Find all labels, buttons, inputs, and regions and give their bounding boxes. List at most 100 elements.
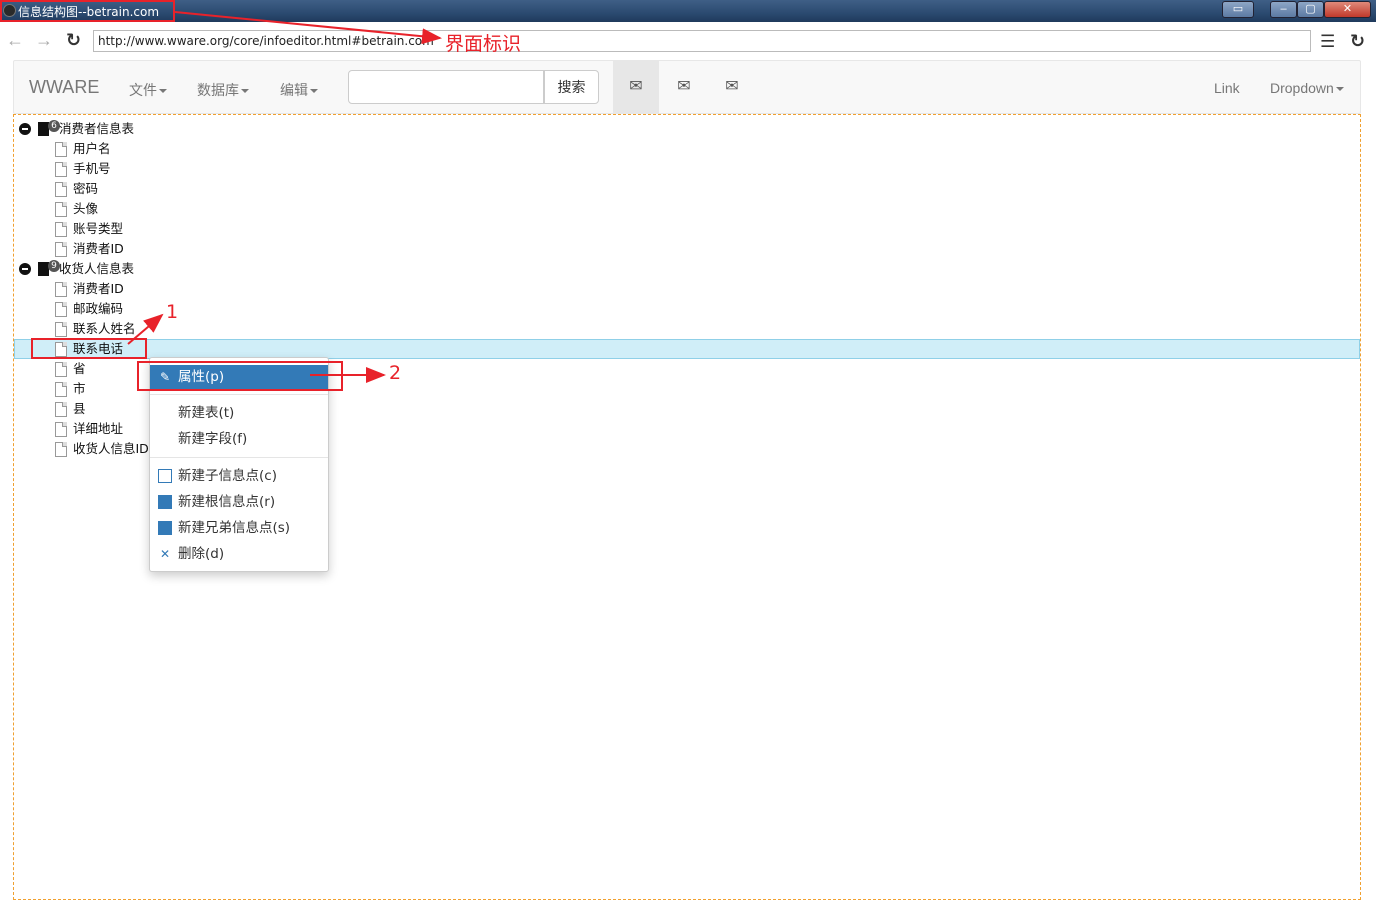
copy-solid-icon (158, 495, 172, 509)
tree-item-label: 账号类型 (73, 221, 124, 236)
envelope-button-2[interactable]: ✉ (661, 61, 707, 113)
window-title-bar: 信息结构图--betrain.com ▭ – ▢ ✕ (0, 0, 1376, 22)
minimize-button[interactable]: – (1270, 1, 1297, 18)
file-icon (55, 302, 67, 317)
selected-row-highlight (14, 339, 1360, 359)
caret-down-icon (310, 89, 318, 94)
file-icon (55, 402, 67, 417)
tray-button[interactable]: ▭ (1222, 1, 1254, 18)
tree-item-label: 头像 (73, 201, 99, 216)
brand-logo[interactable]: WWARE (29, 77, 99, 98)
menu-item-label: 新建字段(f) (178, 431, 248, 447)
menu-divider (150, 457, 328, 458)
tree-group-consumer[interactable]: 6 消费者信息表 (14, 119, 214, 139)
tree-item[interactable]: 手机号 (14, 159, 214, 179)
annotation-box-selected (31, 338, 147, 359)
tree-item-label: 市 (73, 381, 86, 396)
tree-item[interactable]: 用户名 (14, 139, 214, 159)
menu-item-delete[interactable]: ✕ 删除(d) (150, 542, 328, 566)
menu-item-label: 新建表(t) (178, 405, 235, 421)
tree-item-label: 县 (73, 401, 86, 416)
forward-arrow-icon[interactable]: → (35, 31, 53, 49)
file-icon (55, 242, 67, 257)
menu-item-label: 新建根信息点(r) (178, 494, 276, 510)
tree-item-label: 省 (73, 361, 86, 376)
search-button[interactable]: 搜索 (544, 70, 599, 104)
file-icon (55, 182, 67, 197)
tree-item-label: 用户名 (73, 141, 111, 156)
tree-group-receiver[interactable]: 9 收货人信息表 (14, 259, 214, 279)
tree-item[interactable]: 联系人姓名 (14, 319, 214, 339)
url-input[interactable]: http://www.wware.org/core/infoeditor.htm… (93, 30, 1311, 52)
tree-item[interactable]: 省 (14, 359, 144, 379)
collapse-toggle-icon[interactable] (19, 123, 31, 135)
tree-item-label: 联系人姓名 (73, 321, 136, 336)
tree-item[interactable]: 账号类型 (14, 219, 214, 239)
tree-item[interactable]: 邮政编码 (14, 299, 214, 319)
tree-item[interactable]: 县 (14, 399, 144, 419)
tree-item[interactable]: 市 (14, 379, 144, 399)
menu-item-new-table[interactable]: 新建表(t) (150, 401, 328, 425)
menu-item-new-root[interactable]: 新建根信息点(r) (150, 490, 328, 514)
collapse-toggle-icon[interactable] (19, 263, 31, 275)
envelope-icon: ✉ (677, 78, 691, 95)
search-input[interactable] (348, 70, 544, 104)
hamburger-menu-icon[interactable]: ☰ (1320, 32, 1335, 52)
menu-item-label: 新建兄弟信息点(s) (178, 520, 291, 536)
nav-link[interactable]: Link (1214, 80, 1240, 96)
reload-icon[interactable]: ↻ (66, 31, 81, 49)
file-icon (55, 222, 67, 237)
tree-item-label: 邮政编码 (73, 301, 124, 316)
menu-edit[interactable]: 编辑 (280, 80, 318, 100)
menu-database[interactable]: 数据库 (197, 80, 249, 100)
caret-down-icon (159, 89, 167, 94)
app-navbar: WWARE 文件 数据库 编辑 搜索 ✉ ✉ ✉ Link Dropdown (13, 60, 1361, 114)
annotation-box-menu (137, 361, 343, 391)
tree-item[interactable]: 密码 (14, 179, 214, 199)
annotation-step-1: 1 (166, 301, 179, 323)
tree-item-label: 手机号 (73, 161, 111, 176)
menu-item-new-field[interactable]: 新建字段(f) (150, 427, 328, 451)
menu-item-label: 新建子信息点(c) (178, 468, 277, 484)
menu-edit-label: 编辑 (280, 82, 308, 98)
file-icon (55, 382, 67, 397)
tree-item-label: 收货人信息ID (73, 441, 149, 456)
menu-divider (150, 394, 328, 395)
copy-solid-icon (158, 521, 172, 535)
reload-icon-right[interactable]: ↻ (1350, 31, 1365, 52)
file-icon (55, 442, 67, 457)
maximize-button[interactable]: ▢ (1297, 1, 1324, 18)
file-icon (55, 422, 67, 437)
annotation-title-label: 界面标识 (445, 33, 522, 55)
tree-item-label: 消费者ID (73, 281, 124, 296)
browser-toolbar: ← → ↻ http://www.wware.org/core/infoedit… (0, 22, 1376, 60)
envelope-icon: ✉ (725, 78, 739, 95)
tree-group-label: 消费者信息表 (59, 121, 135, 136)
nav-dropdown[interactable]: Dropdown (1270, 80, 1344, 96)
annotation-step-2: 2 (389, 362, 402, 384)
close-window-button[interactable]: ✕ (1324, 1, 1371, 18)
caret-down-icon (1335, 87, 1344, 92)
remove-icon: ✕ (159, 547, 171, 561)
envelope-button-1[interactable]: ✉ (613, 61, 659, 113)
file-icon (55, 362, 67, 377)
envelope-button-3[interactable]: ✉ (709, 61, 755, 113)
tree-item[interactable]: 收货人信息ID (14, 439, 149, 459)
tree-item[interactable]: 头像 (14, 199, 214, 219)
tree-item[interactable]: 详细地址 (14, 419, 144, 439)
nav-dropdown-label: Dropdown (1270, 80, 1334, 96)
tree-item[interactable]: 消费者ID (14, 279, 214, 299)
annotation-box-title (0, 0, 175, 22)
menu-file[interactable]: 文件 (129, 80, 167, 100)
file-icon (55, 142, 67, 157)
copy-icon (158, 469, 172, 483)
back-arrow-icon[interactable]: ← (6, 31, 24, 49)
menu-item-new-sibling[interactable]: 新建兄弟信息点(s) (150, 516, 328, 540)
menu-item-new-child[interactable]: 新建子信息点(c) (150, 464, 328, 488)
menu-file-label: 文件 (129, 82, 157, 98)
tree-item[interactable]: 消费者ID (14, 239, 214, 259)
tree-item-label: 密码 (73, 181, 99, 196)
caret-down-icon (241, 89, 249, 94)
file-icon (55, 162, 67, 177)
tree-item-label: 详细地址 (73, 421, 124, 436)
